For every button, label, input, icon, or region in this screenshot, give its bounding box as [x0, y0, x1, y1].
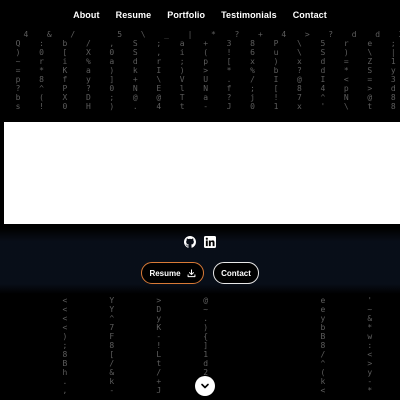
chevron-down-icon	[201, 383, 209, 389]
bottom-row: B / t d ^ > .	[0, 359, 400, 368]
nav-about[interactable]: About	[73, 10, 100, 20]
top-row: = * K a ) k I ) > * % b ? d * S y S ~ ?	[15, 66, 399, 75]
github-link[interactable]	[184, 236, 196, 250]
nav-contact[interactable]: Contact	[293, 10, 327, 20]
github-icon	[184, 236, 196, 248]
top-nav: About Resume Portfolio Testimonials Cont…	[0, 0, 400, 30]
bottom-row: ) F - { B w -	[0, 332, 400, 341]
bottom-row: < Y > @ e ' ~	[0, 296, 400, 305]
resume-button-label: Resume	[149, 268, 181, 278]
linkedin-icon	[204, 236, 216, 248]
contact-button[interactable]: Contact	[213, 262, 259, 284]
top-row: 4 & / 5 \ _ | * ? + 4 > ? d d 3 u 6	[23, 30, 400, 39]
social-links	[0, 236, 400, 250]
bottom-row: < Y D ~ e ~ )	[0, 305, 400, 314]
top-row: ~ r i % a d r ; p [ x ) x d = Z 1 * N 8	[15, 57, 399, 66]
bottom-row: h & / 2 ( y ?	[0, 368, 400, 377]
nav-testimonials[interactable]: Testimonials	[221, 10, 277, 20]
top-row: s ! 0 H ) . 4 t - J 0 1 x ' \ t 8 3 W /	[15, 102, 399, 111]
scroll-down-button[interactable]	[195, 376, 215, 396]
bottom-row: < 7 K ) b * ~	[0, 323, 400, 332]
top-row: b ( X D ; @ @ T a ? j ! 7 ^ N @ 8 m T E	[15, 93, 399, 102]
top-row: ? ^ P ? 0 N E l N f ; [ 8 4 p > d [ o x	[15, 84, 399, 93]
bottom-row: 8 [ L 1 / < _	[0, 350, 400, 359]
resume-button[interactable]: Resume	[141, 262, 204, 284]
linkedin-link[interactable]	[204, 236, 216, 250]
matrix-rows-top: 4 & / 5 \ _ | * ? + 4 > ? d d 3 u 6 Q : …	[0, 30, 400, 111]
bottom-row: ; 8 ! ] 8 : ~	[0, 341, 400, 350]
nav-resume[interactable]: Resume	[116, 10, 152, 20]
top-row: p 8 f y ] + \ V U . / I @ I < = 3 ^ T G	[15, 75, 399, 84]
contact-button-label: Contact	[221, 268, 251, 278]
nav-portfolio[interactable]: Portfolio	[167, 10, 205, 20]
top-row: Q : b / , S ; a + 3 8 P \ 5 r e ; . <	[15, 39, 399, 48]
bottom-row: < ^ y . y & ,	[0, 314, 400, 323]
cta-buttons: Resume Contact	[0, 262, 400, 284]
hero-panel	[4, 122, 400, 224]
top-row: ) 0 [ X 0 S , i ( ! 6 u \ S ) \ | 4 u	[15, 48, 399, 57]
download-icon	[187, 268, 195, 277]
